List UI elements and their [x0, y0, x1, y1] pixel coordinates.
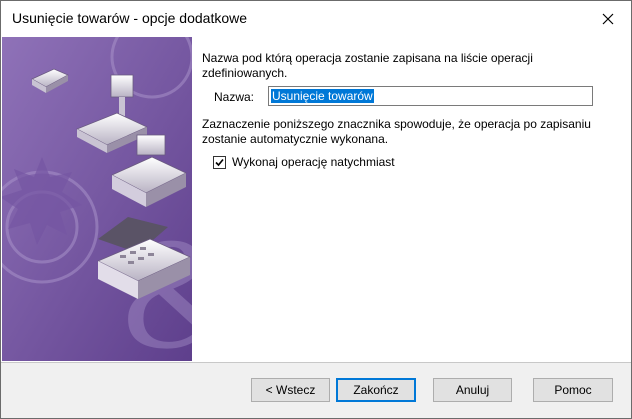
- title-bar: Usunięcie towarów - opcje dodatkowe: [1, 1, 631, 36]
- finish-button[interactable]: Zakończ: [336, 378, 416, 402]
- cash-register-illustration: &: [2, 37, 192, 361]
- window-title: Usunięcie towarów - opcje dodatkowe: [12, 10, 248, 26]
- close-icon: [602, 13, 614, 24]
- name-description: Nazwa pod którą operacja zostanie zapisa…: [202, 51, 533, 80]
- wizard-content: &: [1, 36, 631, 363]
- close-button[interactable]: [585, 1, 631, 36]
- help-button[interactable]: Pomoc: [533, 378, 613, 402]
- execute-now-option[interactable]: Wykonaj operację natychmiast: [213, 155, 395, 169]
- button-bar: < Wstecz Zakończ Anuluj Pomoc: [1, 363, 631, 418]
- checkmark-icon: [215, 158, 224, 166]
- checkbox-description: Zaznaczenie poniższego znacznika spowodu…: [202, 117, 591, 146]
- execute-now-label: Wykonaj operację natychmiast: [232, 155, 395, 169]
- execute-now-checkbox[interactable]: [213, 155, 226, 169]
- back-button[interactable]: < Wstecz: [251, 378, 330, 402]
- dialog-window: Usunięcie towarów - opcje dodatkowe Nazw…: [0, 0, 632, 419]
- name-label: Nazwa:: [214, 90, 255, 104]
- name-input-value: Usunięcie towarów: [271, 89, 374, 103]
- cancel-button[interactable]: Anuluj: [433, 378, 512, 402]
- name-input[interactable]: Usunięcie towarów: [268, 86, 593, 106]
